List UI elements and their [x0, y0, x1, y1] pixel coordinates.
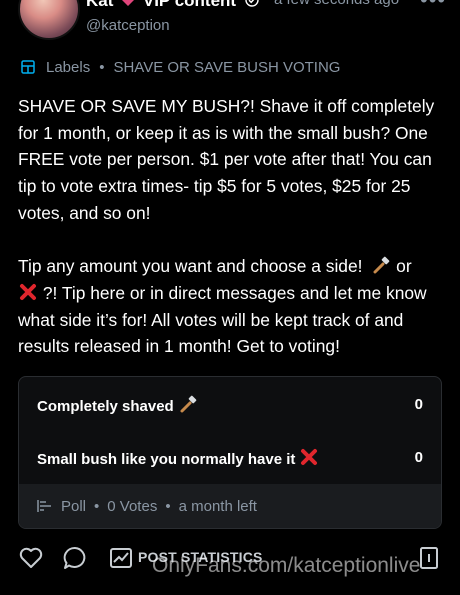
poll-option[interactable]: Small bush like you normally have it 0 — [19, 437, 441, 477]
poll-option-count: 0 — [414, 395, 423, 413]
poll-option[interactable]: Completely shaved 0 — [19, 384, 441, 424]
timestamp: a few seconds ago — [274, 0, 399, 8]
comment-icon[interactable] — [62, 545, 88, 571]
post-header: Kat VIP content a few seconds ago ••• @k… — [0, 0, 460, 50]
display-name-text: Kat — [86, 0, 114, 10]
separator-dot: • — [165, 497, 171, 515]
post-paragraph-2a: Tip any amount you want and choose a sid… — [18, 256, 363, 277]
labels-row[interactable]: Labels • SHAVE OR SAVE BUSH VOTING — [20, 57, 340, 77]
poll-option-label-wrap: Small bush like you normally have it — [37, 447, 319, 468]
watermark: OnlyFans.com/katceptionlive — [152, 554, 421, 577]
verified-badge-icon — [245, 0, 259, 7]
poll-footer: Poll • 0 Votes • a month left — [19, 484, 441, 528]
statistics-icon — [110, 548, 132, 568]
label-value[interactable]: SHAVE OR SAVE BUSH VOTING — [113, 59, 340, 76]
poll-time-left: a month left — [178, 497, 257, 515]
poll-type: Poll — [61, 497, 87, 515]
cross-mark-icon — [20, 283, 36, 300]
display-name-suffix: VIP content — [142, 0, 237, 10]
display-name[interactable]: Kat VIP content — [86, 0, 259, 11]
poll-votes: 0 Votes — [107, 497, 158, 515]
poll-option-label: Completely shaved — [37, 397, 174, 415]
label-tag-icon — [21, 60, 35, 74]
poll-option-count: 0 — [414, 448, 423, 466]
avatar[interactable] — [18, 0, 80, 40]
post-paragraph-2c: ?! Tip here or in direct messages and le… — [18, 282, 432, 357]
cross-mark-icon — [301, 448, 318, 465]
separator-dot: • — [99, 58, 105, 76]
separator-dot: • — [94, 497, 100, 515]
username-handle[interactable]: @katception — [86, 17, 170, 34]
post-paragraph-1: SHAVE OR SAVE MY BUSH?! Shave it off com… — [18, 96, 440, 223]
poll-option-label-wrap: Completely shaved — [37, 394, 198, 415]
post-body: SHAVE OR SAVE MY BUSH?! Shave it off com… — [18, 93, 444, 360]
heart-icon — [122, 0, 135, 6]
labels-label: Labels — [46, 58, 91, 76]
razor-icon — [180, 395, 197, 412]
post-paragraph-2b: or — [396, 256, 412, 277]
razor-icon — [373, 256, 390, 274]
more-horizontal-icon[interactable]: ••• — [420, 0, 446, 13]
heart-icon[interactable] — [18, 545, 44, 571]
poll-icon — [37, 500, 51, 512]
poll-card: Completely shaved 0 Small bush like you … — [18, 376, 442, 529]
poll-option-label: Small bush like you normally have it — [37, 450, 296, 468]
